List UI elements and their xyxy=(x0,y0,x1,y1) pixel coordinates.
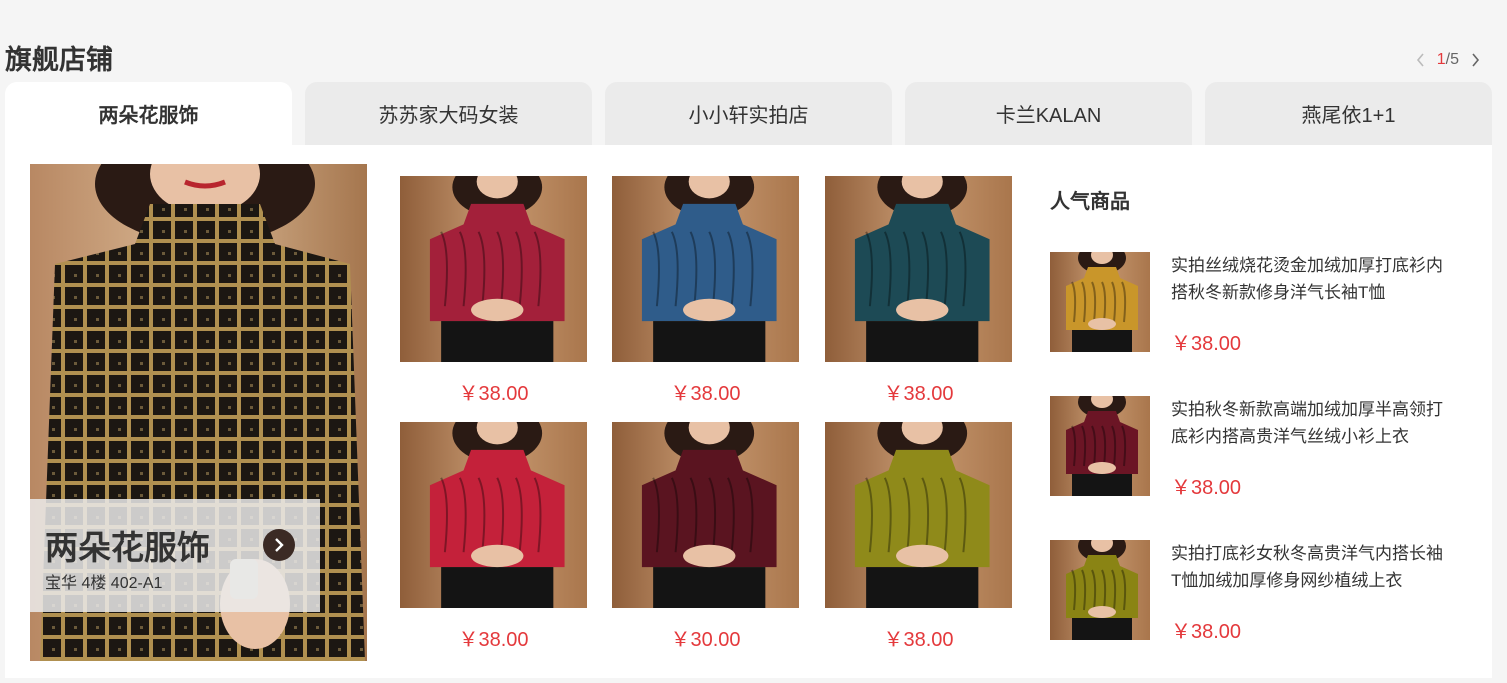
product-price: ￥38.00 xyxy=(883,629,954,651)
chevron-right-icon xyxy=(275,538,284,552)
store-panel: 两朵花服饰 宝华 4楼 402-A1 ￥38.00 ￥38.00 ￥38.00 … xyxy=(5,145,1492,678)
page-current: 1 xyxy=(1436,51,1446,68)
page-total: /5 xyxy=(1445,51,1459,68)
store-tabs: 两朵花服饰 苏苏家大码女装 小小轩实拍店 卡兰KALAN 燕尾依1+1 xyxy=(5,82,1492,145)
product-card[interactable]: ￥38.00 xyxy=(825,176,1012,406)
popular-item[interactable]: 实拍丝绒烧花烫金加绒加厚打底衫内搭秋冬新款修身洋气长袖T恤 ￥38.00 xyxy=(1050,252,1470,355)
product-image xyxy=(400,422,587,608)
popular-item-title[interactable]: 实拍丝绒烧花烫金加绒加厚打底衫内搭秋冬新款修身洋气长袖T恤 xyxy=(1171,252,1446,306)
product-price: ￥38.00 xyxy=(458,629,529,651)
tab-store-4[interactable]: 卡兰KALAN xyxy=(905,82,1192,145)
popular-item-price: ￥38.00 xyxy=(1171,333,1242,355)
product-card[interactable]: ￥38.00 xyxy=(612,176,799,406)
popular-item-title[interactable]: 实拍打底衫女秋冬高贵洋气内搭长袖T恤加绒加厚修身网纱植绒上衣 xyxy=(1171,540,1446,594)
tab-store-2[interactable]: 苏苏家大码女装 xyxy=(305,82,592,145)
product-card[interactable]: ￥30.00 xyxy=(612,422,799,652)
product-price: ￥38.00 xyxy=(458,383,529,405)
product-price: ￥38.00 xyxy=(670,383,741,405)
tab-store-3[interactable]: 小小轩实拍店 xyxy=(605,82,892,145)
pager: 1/5 xyxy=(1411,50,1485,70)
popular-item-price: ￥38.00 xyxy=(1171,621,1242,643)
product-image xyxy=(825,176,1012,362)
product-card[interactable]: ￥38.00 xyxy=(400,422,587,652)
chevron-left-icon xyxy=(1416,53,1424,67)
store-hero-banner[interactable]: 两朵花服饰 宝华 4楼 402-A1 xyxy=(30,164,367,661)
popular-item-title[interactable]: 实拍秋冬新款高端加绒加厚半高领打底衫内搭高贵洋气丝绒小衫上衣 xyxy=(1171,396,1446,450)
hero-enter-button[interactable] xyxy=(263,529,295,561)
popular-item-image xyxy=(1050,252,1150,352)
next-page-button[interactable] xyxy=(1465,50,1485,70)
product-image xyxy=(400,176,587,362)
hero-brand-box: 两朵花服饰 宝华 4楼 402-A1 xyxy=(30,499,320,612)
product-price: ￥38.00 xyxy=(883,383,954,405)
product-price: ￥30.00 xyxy=(670,629,741,651)
tab-store-1[interactable]: 两朵花服饰 xyxy=(5,82,292,145)
product-card[interactable]: ￥38.00 xyxy=(825,422,1012,652)
popular-item[interactable]: 实拍秋冬新款高端加绒加厚半高领打底衫内搭高贵洋气丝绒小衫上衣 ￥38.00 xyxy=(1050,396,1470,499)
popular-title: 人气商品 xyxy=(1050,191,1130,213)
product-image xyxy=(612,176,799,362)
product-image xyxy=(612,422,799,608)
popular-item[interactable]: 实拍打底衫女秋冬高贵洋气内搭长袖T恤加绒加厚修身网纱植绒上衣 ￥38.00 xyxy=(1050,540,1470,643)
prev-page-button[interactable] xyxy=(1411,50,1431,70)
section-title: 旗舰店铺 xyxy=(5,45,113,75)
popular-item-price: ￥38.00 xyxy=(1171,477,1242,499)
chevron-right-icon xyxy=(1472,53,1480,67)
tab-store-5[interactable]: 燕尾依1+1 xyxy=(1205,82,1492,145)
popular-item-image xyxy=(1050,540,1150,640)
hero-brand-address: 宝华 4楼 402-A1 xyxy=(45,575,163,592)
product-card[interactable]: ￥38.00 xyxy=(400,176,587,406)
hero-brand-name: 两朵花服饰 xyxy=(45,529,210,566)
popular-item-image xyxy=(1050,396,1150,496)
product-image xyxy=(825,422,1012,608)
page-counter: 1/5 xyxy=(1437,51,1459,69)
